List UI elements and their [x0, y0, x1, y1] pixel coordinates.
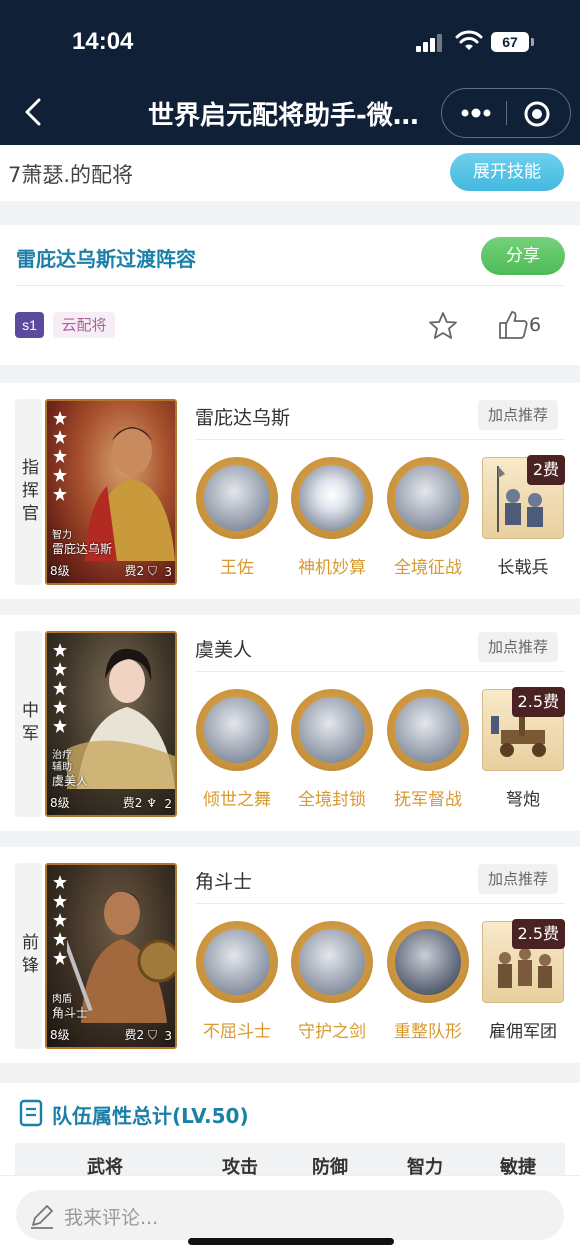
troop-count: 2 [164, 797, 172, 811]
divider [195, 903, 565, 904]
hero-cost: 费2 ♆ [122, 796, 157, 810]
hero-level: 8级 [50, 1028, 70, 1042]
troop-shield-icon: ⛉ [147, 564, 157, 578]
favorite-star-icon[interactable] [428, 311, 458, 341]
close-miniprogram-icon[interactable] [522, 99, 552, 129]
star-rating [53, 643, 67, 733]
page-title: 世界启元配将助手-微… [148, 101, 419, 131]
points-recommend-button[interactable]: 加点推荐 [478, 400, 558, 430]
battery-icon: 67 [491, 32, 534, 52]
skill-icon[interactable] [291, 921, 373, 1003]
status-time: 14:04 [72, 28, 134, 55]
portrait-name: 雷庇达乌斯 [52, 542, 113, 556]
hero-name: 虞美人 [195, 639, 253, 661]
role-label: 指挥官 [15, 399, 42, 585]
divider [195, 439, 565, 440]
stats-title: 队伍属性总计(LV.50) [52, 1104, 249, 1128]
hero-figure [67, 891, 175, 1023]
hero-level: 8级 [50, 564, 70, 578]
back-icon[interactable] [18, 95, 52, 129]
hero-name: 角斗士 [195, 871, 253, 893]
troop-crossbow-icon: ♆ [146, 796, 157, 810]
portrait-name: 虞美人 [52, 774, 89, 788]
skill-icon[interactable] [196, 457, 278, 539]
hero-name: 雷庇达乌斯 [195, 407, 291, 429]
troop-count: 3 [164, 565, 172, 579]
troop-cost-badge: 2.5费 [511, 919, 565, 949]
skill-name: 重整队形 [394, 1022, 462, 1042]
skill-name: 抚军督战 [394, 790, 462, 810]
hero-cost: 费2 ⛉ [124, 1028, 157, 1042]
hero-card-commander: 指挥官 智力 雷庇达乌斯 8级 费2 ⛉ 3 雷庇达乌斯 加点推荐 王佐 神机妙… [0, 383, 580, 599]
troop-name: 弩炮 [506, 790, 540, 810]
team-card: 雷庇达乌斯过渡阵容 分享 s1 云配将 6 [0, 225, 580, 365]
role-label: 中军 [15, 631, 42, 817]
skill-name: 神机妙算 [298, 558, 366, 578]
portrait-name: 角斗士 [52, 1006, 89, 1020]
skill-name: 全境征战 [394, 558, 462, 578]
share-button[interactable]: 分享 [481, 237, 565, 275]
troop-name: 长戟兵 [497, 558, 549, 578]
star-rating [53, 411, 67, 501]
pen-icon [31, 1205, 53, 1229]
role-label: 前锋 [15, 863, 42, 1049]
skill-icon[interactable] [291, 689, 373, 771]
mini-program-capsule [441, 88, 571, 138]
hero-tag: 治疗 辅助 [52, 750, 72, 773]
hero-card-center: 中军 治疗 辅助 虞美人 8级 费2 ♆ 2 虞美人 加点推荐 倾世之舞 全境封… [0, 615, 580, 831]
hero-portrait[interactable]: 治疗 辅助 虞美人 8级 费2 ♆ 2 [45, 631, 177, 817]
signal-icon [416, 34, 446, 52]
hero-level: 8级 [50, 796, 70, 810]
hero-figure [67, 648, 175, 789]
troop-cost-badge: 2.5费 [511, 687, 565, 717]
team-title: 雷庇达乌斯过渡阵容 [16, 247, 196, 271]
skill-icon[interactable] [291, 457, 373, 539]
troop-shield-icon: ⛉ [147, 1028, 157, 1042]
hero-cost: 费2 ⛉ [124, 564, 157, 578]
skill-name: 全境封锁 [298, 790, 366, 810]
like-count: 6 [529, 314, 542, 336]
team-stats-card: 队伍属性总计(LV.50) 武将 攻击 防御 智力 敏捷 [0, 1083, 580, 1183]
skill-icon[interactable] [387, 457, 469, 539]
troop-name: 雇佣军团 [489, 1022, 557, 1042]
comment-input[interactable]: 我来评论... [16, 1190, 564, 1240]
skill-name: 不屈斗士 [203, 1022, 271, 1042]
status-bar: 14:04 67 [0, 0, 580, 85]
skill-icon[interactable] [387, 689, 469, 771]
skill-name: 王佐 [220, 558, 254, 578]
hero-portrait[interactable]: 肉盾 角斗士 8级 费2 ⛉ 3 [45, 863, 177, 1049]
user-bar: 7萧瑟.的配将 展开技能 [0, 145, 580, 201]
hero-portrait[interactable]: 智力 雷庇达乌斯 8级 费2 ⛉ 3 [45, 399, 177, 585]
more-icon[interactable] [456, 99, 496, 127]
document-icon [19, 1099, 43, 1127]
skill-icon[interactable] [196, 689, 278, 771]
type-tag: 云配将 [53, 312, 115, 338]
skill-name: 倾世之舞 [203, 790, 271, 810]
skill-icon[interactable] [196, 921, 278, 1003]
nav-bar: 世界启元配将助手-微… [0, 85, 580, 145]
hero-card-vanguard: 前锋 肉盾 角斗士 8级 费2 ⛉ 3 角斗士 加点推荐 不屈斗士 守护之剑 重… [0, 847, 580, 1063]
thumbs-up-icon[interactable] [497, 309, 529, 341]
star-rating [53, 875, 67, 965]
comment-placeholder: 我来评论... [64, 1207, 159, 1229]
expand-skills-button[interactable]: 展开技能 [450, 153, 564, 191]
hero-figure [85, 427, 175, 561]
divider [195, 671, 565, 672]
skill-icon[interactable] [387, 921, 469, 1003]
capsule-divider [506, 101, 507, 125]
user-lineup-name: 7萧瑟.的配将 [8, 163, 134, 187]
home-indicator [188, 1238, 394, 1245]
divider [16, 285, 564, 286]
points-recommend-button[interactable]: 加点推荐 [478, 632, 558, 662]
points-recommend-button[interactable]: 加点推荐 [478, 864, 558, 894]
troop-cost-badge: 2费 [526, 455, 565, 485]
season-tag: s1 [15, 312, 44, 338]
skill-name: 守护之剑 [298, 1022, 366, 1042]
troop-count: 3 [164, 1029, 172, 1043]
wifi-icon [455, 30, 483, 50]
